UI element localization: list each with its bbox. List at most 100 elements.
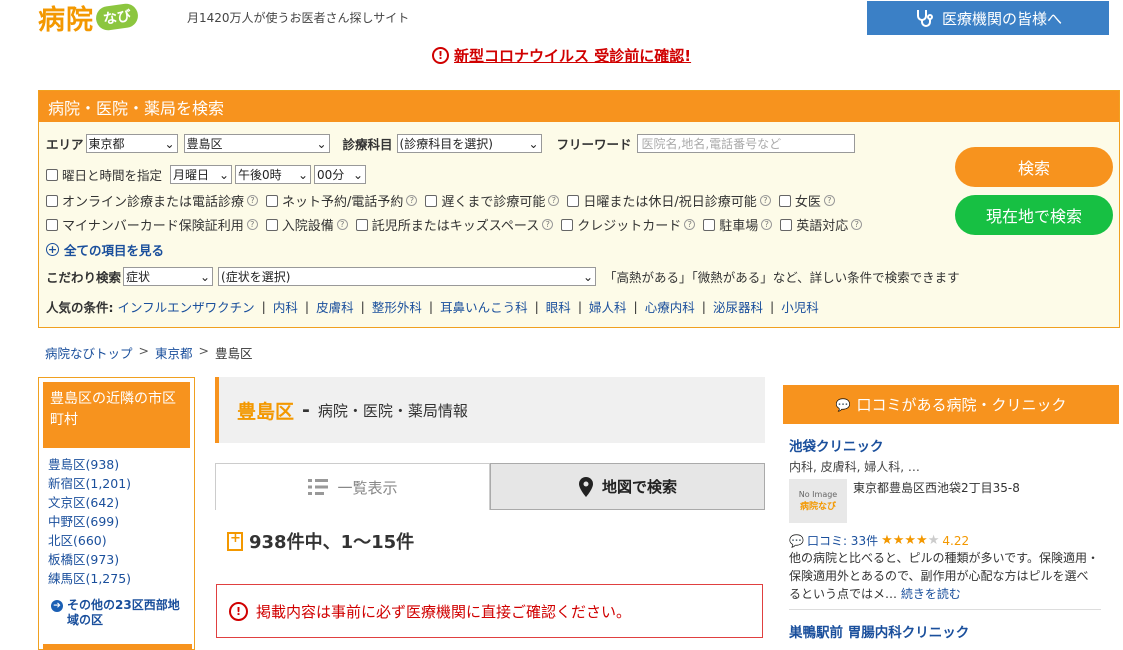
option-late[interactable]: 遅くまで診療可能? <box>425 191 560 210</box>
popular-orthopedics[interactable]: 整形外科 <box>372 297 422 316</box>
breadcrumb-top[interactable]: 病院なびトップ <box>45 343 133 362</box>
view-tabs: 一覧表示 地図で検索 <box>215 463 765 510</box>
option-label: 女医 <box>794 195 821 210</box>
help-icon[interactable]: ? <box>336 219 348 230</box>
nearby-area-item[interactable]: 練馬区(1,275) <box>48 569 185 588</box>
popular-gynecology[interactable]: 婦人科 <box>589 297 627 316</box>
kodawari-value-select[interactable]: (症状を選択) <box>218 267 597 286</box>
popular-urology[interactable]: 泌尿器科 <box>713 297 763 316</box>
option-checkbox[interactable] <box>561 218 574 231</box>
daytime-checkbox[interactable] <box>46 168 58 181</box>
option-checkbox[interactable] <box>780 218 793 231</box>
option-holiday[interactable]: 日曜または休日/祝日診療可能? <box>567 191 771 210</box>
option-online[interactable]: オンライン診療または電話診療? <box>46 191 259 210</box>
kodawari-label: こだわり検索 <box>46 270 122 285</box>
option-checkbox[interactable] <box>567 194 580 207</box>
option-childcare[interactable]: 託児所またはキッズスペース? <box>355 215 554 234</box>
nearby-area-item[interactable]: 中野区(699) <box>48 512 185 531</box>
clinic-1-review-summary[interactable]: 💬 口コミ: 33件 ★★★★★ 4.22 <box>789 532 969 549</box>
option-checkbox[interactable] <box>703 218 716 231</box>
clinic-1-name[interactable]: 池袋クリニック <box>789 435 884 455</box>
dept-select[interactable]: (診療科目を選択) <box>396 134 542 153</box>
help-icon[interactable]: ? <box>851 219 863 230</box>
review-count: 口コミ: 33件 <box>806 534 879 548</box>
clinic-1-depts: 内科, 皮膚科, 婦人科, … <box>789 460 920 474</box>
search-button[interactable]: 検索 <box>955 147 1113 187</box>
clinic-2-name[interactable]: 巣鴨駅前 胃腸内科クリニック <box>789 621 969 641</box>
help-icon[interactable]: ? <box>759 195 771 206</box>
popular-internal[interactable]: 内科 <box>273 297 298 316</box>
tab-list-label: 一覧表示 <box>337 478 398 497</box>
search-row-daytime: 曜日と時間を指定 月曜日 午後0時 00分 <box>46 165 367 184</box>
nearby-area-item[interactable]: 板橋区(973) <box>48 550 185 569</box>
nearby-area-item[interactable]: 豊島区(938) <box>48 455 185 474</box>
option-checkbox[interactable] <box>266 194 279 207</box>
area-city-select[interactable]: 豊島区 <box>183 134 330 153</box>
speech-bubble-icon: 💬 <box>789 533 804 548</box>
freeword-input[interactable]: 医院名,地名,電話番号など <box>636 134 855 153</box>
option-label: 日曜または休日/祝日診療可能 <box>583 195 757 210</box>
hour-select[interactable]: 午後0時 <box>235 165 312 184</box>
kodawari-row: こだわり検索 症状 (症状を選択) 「高熱がある」「微熱がある」など、詳しい条件… <box>46 267 960 286</box>
rating-stars: ★★★★★ <box>881 533 940 548</box>
arrow-circle-icon: ➔ <box>51 600 63 612</box>
for-medical-institutions-button[interactable]: 医療機関の皆様へ <box>867 1 1109 35</box>
option-label: 駐車場 <box>719 219 759 234</box>
current-location-search-button[interactable]: 現在地で検索 <box>955 195 1113 235</box>
popular-ent[interactable]: 耳鼻いんこう科 <box>440 297 528 316</box>
page-title-subtitle: 病院・医院・薬局情報 <box>317 401 468 420</box>
popular-ophthalmology[interactable]: 眼科 <box>546 297 571 316</box>
option-checkbox[interactable] <box>355 218 368 231</box>
option-checkbox[interactable] <box>425 194 438 207</box>
option-female-doctor[interactable]: 女医? <box>778 191 835 210</box>
minute-select[interactable]: 00分 <box>314 165 367 184</box>
help-icon[interactable]: ? <box>761 219 773 230</box>
clinic-1-no-image: No Image 病院なび <box>789 479 847 523</box>
option-checkbox[interactable] <box>778 194 791 207</box>
nearby-area-item[interactable]: 北区(660) <box>48 531 185 550</box>
option-checkbox[interactable] <box>265 218 278 231</box>
popular-label: 人気の条件: <box>46 300 114 315</box>
dept-label: 診療科目 <box>342 137 393 152</box>
show-all-options-link[interactable]: + 全ての項目を見る <box>46 240 164 259</box>
day-select[interactable]: 月曜日 <box>170 165 233 184</box>
read-more-link[interactable]: 続きを読む <box>901 587 961 601</box>
help-icon[interactable]: ? <box>684 219 696 230</box>
option-english[interactable]: 英語対応? <box>780 215 863 234</box>
popular-psychosomatic[interactable]: 心療内科 <box>645 297 695 316</box>
other-areas-link[interactable]: ➔ その他の23区西部地域の区 <box>51 598 191 628</box>
help-icon[interactable]: ? <box>542 219 554 230</box>
nearby-areas-title: 豊島区の近隣の市区町村 <box>43 382 190 448</box>
popular-dermatology[interactable]: 皮膚科 <box>316 297 354 316</box>
popular-pediatrics[interactable]: 小児科 <box>781 297 819 316</box>
site-logo[interactable]: 病院 なび <box>38 0 140 36</box>
help-icon[interactable]: ? <box>823 195 835 206</box>
option-label: 託児所またはキッズスペース <box>371 219 540 234</box>
option-parking[interactable]: 駐車場? <box>703 215 773 234</box>
rating-score: 4.22 <box>942 533 970 548</box>
tab-map-search[interactable]: 地図で検索 <box>490 463 765 510</box>
kodawari-type-select[interactable]: 症状 <box>123 267 214 286</box>
option-inpatient[interactable]: 入院設備? <box>265 215 348 234</box>
nearby-area-item[interactable]: 新宿区(1,201) <box>48 474 185 493</box>
area-pref-select[interactable]: 東京都 <box>85 134 178 153</box>
breadcrumb-separator: > <box>198 343 209 358</box>
option-mynumber[interactable]: マイナンバーカード保険証利用? <box>46 215 258 234</box>
option-checkbox[interactable] <box>46 218 58 231</box>
tab-list-view[interactable]: 一覧表示 <box>215 463 490 510</box>
option-credit-card[interactable]: クレジットカード? <box>561 215 696 234</box>
option-reservation[interactable]: ネット予約/電話予約? <box>266 191 418 210</box>
help-icon[interactable]: ? <box>406 195 418 206</box>
option-label: 英語対応 <box>796 219 849 234</box>
option-label: 入院設備 <box>281 219 334 234</box>
help-icon[interactable]: ? <box>548 195 560 206</box>
kodawari-value: (症状を選択) <box>221 270 291 284</box>
popular-influenza[interactable]: インフルエンザワクチン <box>118 297 255 316</box>
option-checkbox[interactable] <box>46 194 58 207</box>
list-icon <box>308 479 329 495</box>
help-icon[interactable]: ? <box>246 219 258 230</box>
nearby-area-item[interactable]: 文京区(642) <box>48 493 185 512</box>
help-icon[interactable]: ? <box>247 195 259 206</box>
covid-alert-link[interactable]: ! 新型コロナウイルス 受診前に確認! <box>432 45 691 66</box>
breadcrumb-pref[interactable]: 東京都 <box>155 343 193 362</box>
